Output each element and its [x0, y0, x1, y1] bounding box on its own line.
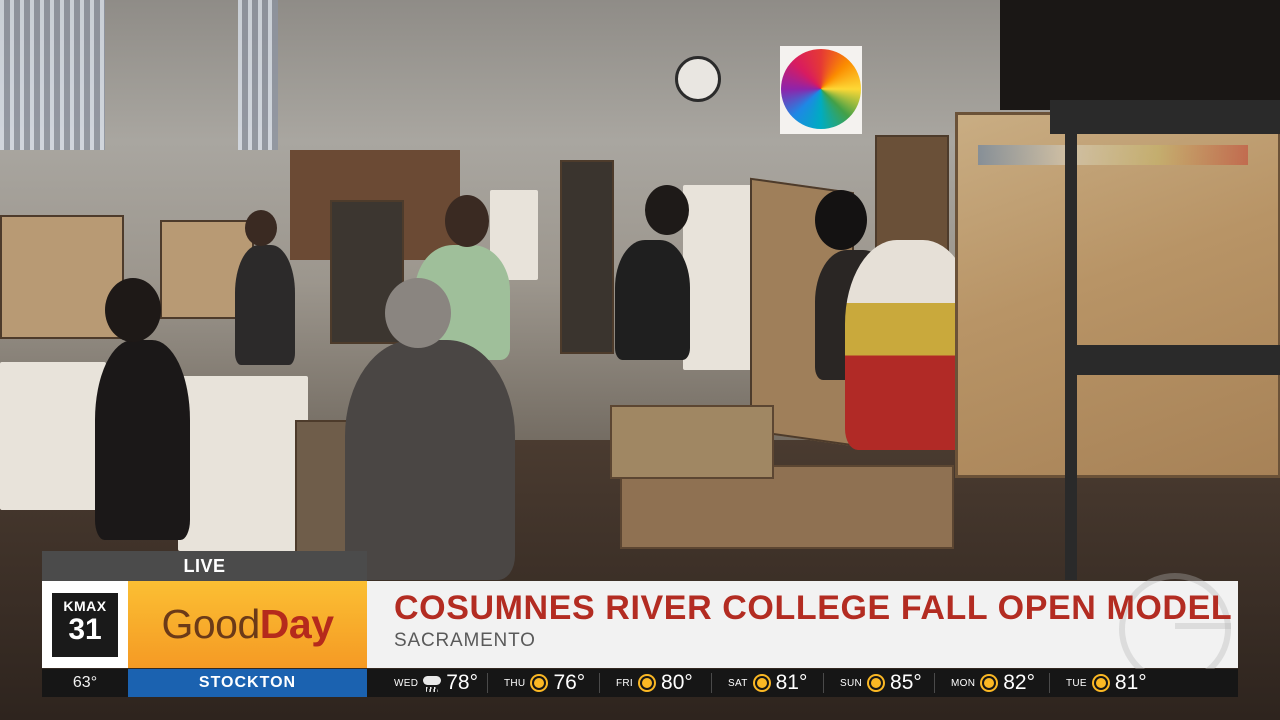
easel-post — [1065, 100, 1077, 580]
easel — [0, 215, 124, 339]
forecast-day-temp: 81° — [1114, 671, 1147, 694]
paint-splattered-board — [955, 112, 1280, 478]
station-logo: KMAX 31 — [42, 581, 128, 668]
sun-icon — [865, 672, 887, 694]
story-headline: COSUMNES RIVER COLLEGE FALL OPEN MODEL — [394, 589, 1233, 627]
sun-icon — [1090, 672, 1112, 694]
easel-post — [1050, 100, 1280, 134]
forecast-city: STOCKTON — [128, 669, 367, 697]
student-head — [245, 210, 277, 246]
forecast-day-temp: 78° — [446, 671, 478, 694]
show-name-part1: Good — [161, 601, 260, 647]
station-call-letters: KMAX — [63, 597, 107, 614]
drawing-paper — [683, 185, 755, 370]
story-location: SACRAMENTO — [394, 630, 536, 651]
forecast-day-name: SUN — [840, 677, 863, 689]
forecast-day-temp: 81° — [775, 671, 808, 694]
model-stand — [610, 405, 774, 479]
student-head — [645, 185, 689, 235]
forecast-day-name: MON — [951, 677, 976, 689]
headline-panel: COSUMNES RIVER COLLEGE FALL OPEN MODEL S… — [367, 573, 1238, 685]
forecast-day: SUN 85° — [823, 669, 934, 697]
forecast-day: MON 82° — [934, 669, 1049, 697]
live-indicator: LIVE — [42, 551, 367, 581]
forecast-day-name: WED — [394, 677, 419, 689]
student — [345, 340, 515, 580]
drawing-paper — [0, 362, 106, 510]
forecast-day: FRI 80° — [599, 669, 711, 697]
forecast-day: WED 78° — [377, 669, 487, 697]
show-name-part2: Day — [259, 601, 334, 647]
forecast-day-temp: 80° — [661, 671, 693, 694]
student-head — [445, 195, 489, 247]
easel-post — [1070, 345, 1280, 375]
color-wheel-poster — [780, 46, 862, 134]
ceiling-shadow — [1000, 0, 1280, 110]
forecast-day: THU 76° — [487, 669, 599, 697]
sun-icon — [528, 672, 550, 694]
sun-icon — [636, 672, 658, 694]
student-head — [385, 278, 451, 348]
sun-icon — [978, 672, 1000, 694]
station-logo-mark: KMAX 31 — [52, 592, 118, 657]
forecast-day-name: TUE — [1066, 677, 1087, 689]
forecast-days: WED 78° THU 76° FRI 80° SAT 81° SUN 85° … — [377, 669, 1238, 697]
drawing-paper — [178, 376, 308, 551]
forecast-day-temp: 76° — [553, 671, 586, 694]
student-head — [815, 190, 867, 250]
current-temperature: 63° — [72, 674, 98, 691]
forecast-day-name: THU — [504, 677, 526, 689]
station-channel-number: 31 — [68, 612, 102, 646]
student — [235, 245, 295, 365]
sun-icon — [751, 672, 773, 694]
easel — [560, 160, 614, 354]
rain-cloud-icon — [421, 672, 443, 694]
weather-ticker: 63° STOCKTON WED 78° THU 76° FRI 80° SAT… — [42, 669, 1238, 697]
forecast-day-temp: 85° — [890, 671, 922, 694]
forecast-day-name: FRI — [616, 677, 634, 689]
wall-clock — [675, 56, 721, 102]
show-logo: Good Day — [128, 581, 367, 668]
student — [615, 240, 690, 360]
student — [95, 340, 190, 540]
window-blinds — [0, 0, 105, 150]
forecast-day-temp: 82° — [1003, 671, 1035, 694]
forecast-day: SAT 81° — [711, 669, 823, 697]
window-blinds — [238, 0, 278, 150]
student-head — [105, 278, 161, 342]
forecast-day-name: SAT — [728, 677, 748, 689]
forecast-day: TUE 81° — [1049, 669, 1164, 697]
